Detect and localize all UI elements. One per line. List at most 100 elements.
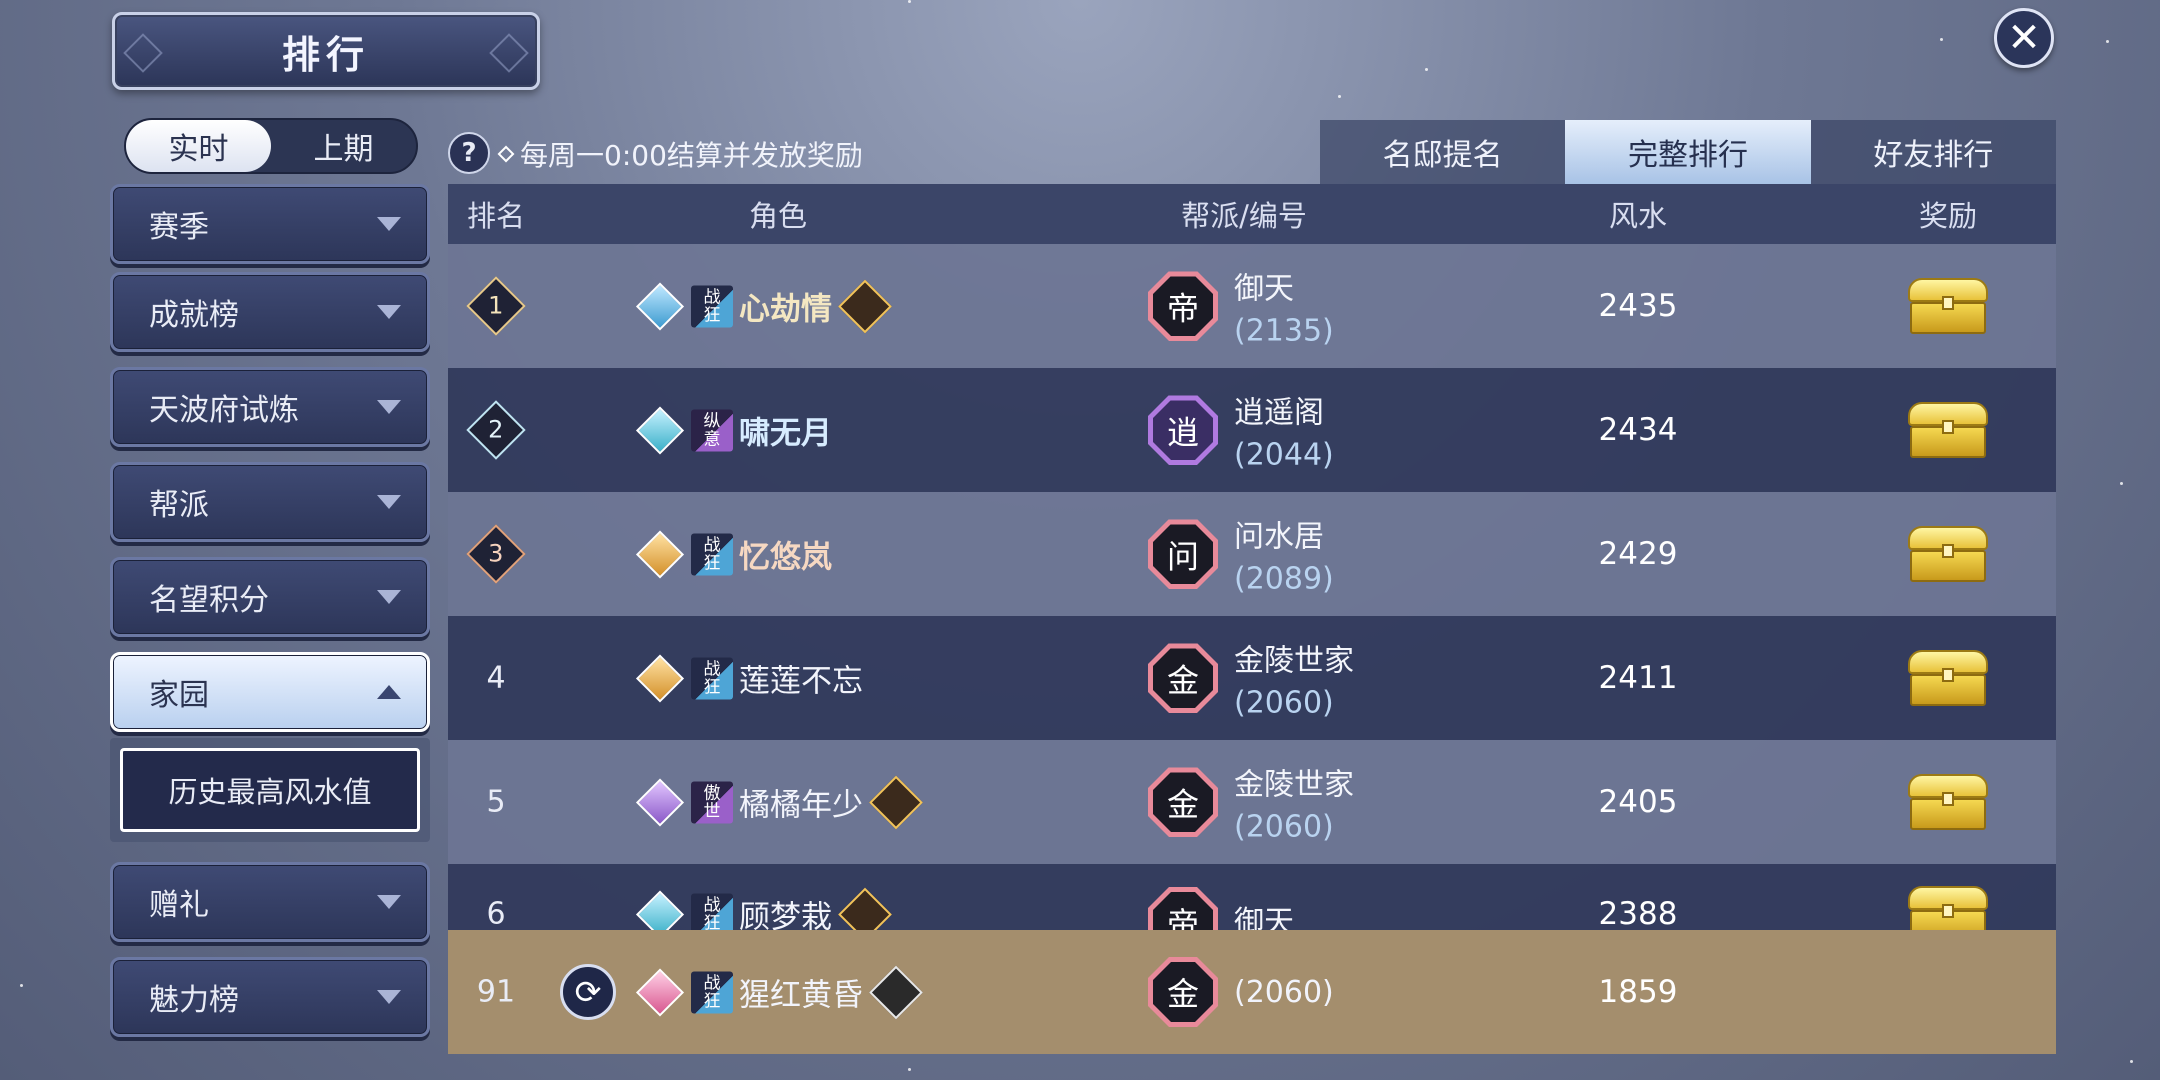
ornament-icon bbox=[123, 33, 163, 73]
role-name[interactable]: 忆悠岚 bbox=[739, 532, 832, 577]
chevron-down-icon bbox=[377, 400, 401, 414]
sect-icon bbox=[635, 281, 685, 331]
sidebar-item-guild[interactable]: 帮派 bbox=[110, 462, 430, 542]
table-row[interactable]: 2 纵意 啸无月 逍 逍遥阁 (2044) 2434 bbox=[448, 368, 2056, 492]
sect-icon bbox=[635, 405, 685, 455]
refresh-icon: ⟳ bbox=[574, 973, 602, 1011]
chevron-down-icon bbox=[377, 217, 401, 231]
homestead-submenu: 历史最高风水值 bbox=[110, 738, 430, 842]
sidebar-item-achievement[interactable]: 成就榜 bbox=[110, 272, 430, 352]
my-rank-number: 91 bbox=[476, 974, 516, 1010]
chevron-down-icon bbox=[377, 990, 401, 1004]
sidebar-item-label: 魅力榜 bbox=[149, 983, 239, 1018]
honor-icon bbox=[869, 965, 923, 1019]
honor-icon bbox=[838, 279, 892, 333]
guild-cell: 帝 御天 (2135) bbox=[1148, 264, 1334, 349]
sect-icon bbox=[635, 777, 685, 827]
guild-cell: 金 金陵世家 (2060) bbox=[1148, 760, 1354, 845]
tab-friend-ranking[interactable]: 好友排行 bbox=[1810, 120, 2056, 184]
table-header: 排名 角色 帮派/编号 风水 奖励 bbox=[448, 184, 2056, 244]
rank-number: 6 bbox=[486, 896, 506, 932]
guild-cell: 问 问水居 (2089) bbox=[1148, 512, 1334, 597]
guild-emblem-icon: 帝 bbox=[1148, 271, 1218, 341]
guild-emblem-icon: 问 bbox=[1148, 519, 1218, 589]
fengshui-value: 2405 bbox=[1598, 784, 1678, 820]
chevron-down-icon bbox=[377, 590, 401, 604]
table-row[interactable]: 4 战狂 莲莲不忘 金 金陵世家 (2060) 2411 bbox=[448, 616, 2056, 740]
guild-emblem-icon: 逍 bbox=[1148, 395, 1218, 465]
treasure-chest-icon[interactable] bbox=[1908, 526, 1988, 582]
toggle-last-period[interactable]: 上期 bbox=[271, 120, 416, 172]
rank-badge-bronze-icon: 3 bbox=[466, 524, 526, 584]
rank-number: 4 bbox=[486, 660, 506, 696]
guild-emblem-icon: 金 bbox=[1148, 643, 1218, 713]
role-name[interactable]: 莲莲不忘 bbox=[739, 656, 863, 701]
title-tag-icon: 战狂 bbox=[691, 285, 733, 327]
role-name[interactable]: 啸无月 bbox=[739, 408, 832, 453]
title-tag-icon: 战狂 bbox=[691, 533, 733, 575]
guild-name: 问水居 bbox=[1234, 519, 1324, 555]
ornament-icon bbox=[489, 33, 529, 73]
period-toggle[interactable]: 实时 上期 bbox=[124, 118, 418, 174]
column-header-fengshui: 风水 bbox=[1608, 199, 1668, 233]
notice-text: 每周一0:00结算并发放奖励 bbox=[520, 139, 863, 172]
page-title: 排行 bbox=[281, 32, 370, 77]
role-cell: 战狂 莲莲不忘 bbox=[635, 653, 863, 703]
sidebar-item-tianbo-trial[interactable]: 天波府试炼 bbox=[110, 367, 430, 447]
table-row[interactable]: 3 战狂 忆悠岚 问 问水居 (2089) 2429 bbox=[448, 492, 2056, 616]
sidebar-item-homestead[interactable]: 家园 bbox=[110, 652, 430, 732]
guild-id: (2044) bbox=[1234, 437, 1334, 473]
tab-full-ranking[interactable]: 完整排行 bbox=[1565, 120, 1811, 184]
guild-id: (2060) bbox=[1234, 974, 1334, 1010]
treasure-chest-icon[interactable] bbox=[1908, 278, 1988, 334]
guild-id: (2060) bbox=[1234, 685, 1334, 721]
close-icon: ✕ bbox=[2007, 15, 2041, 61]
sidebar-item-charm[interactable]: 魅力榜 bbox=[110, 957, 430, 1037]
chevron-down-icon bbox=[377, 895, 401, 909]
sect-icon bbox=[635, 967, 685, 1017]
table-row[interactable]: 5 傲世 橘橘年少 金 金陵世家 (2060) 2405 bbox=[448, 740, 2056, 864]
title-plate: 排行 bbox=[112, 12, 540, 90]
settlement-notice: 每周一0:00结算并发放奖励 bbox=[497, 134, 863, 174]
ranking-table: 排名 角色 帮派/编号 风水 奖励 1 战狂 心劫情 帝 御天 (2135) 24… bbox=[448, 184, 2056, 1054]
sidebar-item-season[interactable]: 赛季 bbox=[110, 184, 430, 264]
sect-icon bbox=[635, 529, 685, 579]
role-cell: 战狂 忆悠岚 bbox=[635, 529, 832, 579]
rank-number: 1 bbox=[488, 292, 504, 320]
treasure-chest-icon[interactable] bbox=[1908, 774, 1988, 830]
refresh-button[interactable]: ⟳ bbox=[560, 964, 616, 1020]
sidebar-item-label: 赠礼 bbox=[149, 888, 209, 923]
toggle-realtime[interactable]: 实时 bbox=[126, 120, 271, 172]
treasure-chest-icon[interactable] bbox=[1908, 650, 1988, 706]
help-button[interactable]: ? bbox=[448, 132, 490, 174]
rank-badge-silver-icon: 2 bbox=[466, 400, 526, 460]
fengshui-value: 2411 bbox=[1598, 660, 1678, 696]
sidebar-item-gift[interactable]: 赠礼 bbox=[110, 862, 430, 942]
guild-name: 逍遥阁 bbox=[1234, 395, 1324, 431]
role-name[interactable]: 心劫情 bbox=[739, 284, 832, 329]
treasure-chest-icon[interactable] bbox=[1908, 402, 1988, 458]
fengshui-value: 2434 bbox=[1598, 412, 1678, 448]
rank-number: 2 bbox=[488, 416, 504, 444]
sidebar-item-label: 帮派 bbox=[149, 488, 209, 523]
close-button[interactable]: ✕ bbox=[1994, 8, 2054, 68]
title-tag-icon: 战狂 bbox=[691, 657, 733, 699]
tab-mansion-nomination[interactable]: 名邸提名 bbox=[1320, 120, 1566, 184]
fengshui-value: 2435 bbox=[1598, 288, 1678, 324]
guild-name: 金陵世家 bbox=[1234, 643, 1354, 679]
guild-cell: 逍 逍遥阁 (2044) bbox=[1148, 388, 1334, 473]
guild-id: (2135) bbox=[1234, 313, 1334, 349]
table-body[interactable]: 1 战狂 心劫情 帝 御天 (2135) 2435 2 纵意 啸无月 逍 逍遥阁… bbox=[448, 244, 2056, 988]
fengshui-value: 1859 bbox=[1598, 974, 1678, 1010]
title-tag-icon: 战狂 bbox=[691, 893, 733, 935]
role-name[interactable]: 橘橘年少 bbox=[739, 780, 863, 825]
table-row[interactable]: 1 战狂 心劫情 帝 御天 (2135) 2435 bbox=[448, 244, 2056, 368]
guild-id: (2089) bbox=[1234, 561, 1334, 597]
submenu-item-highest-fengshui[interactable]: 历史最高风水值 bbox=[120, 748, 420, 832]
sect-icon bbox=[635, 653, 685, 703]
sidebar-item-label: 赛季 bbox=[149, 210, 209, 245]
guild-name: 金陵世家 bbox=[1234, 767, 1354, 803]
my-ranking-row: 91 ⟳ 战狂 猩红黄昏 金 (2060) 1859 bbox=[448, 930, 2056, 1054]
role-cell: 傲世 橘橘年少 bbox=[635, 775, 923, 829]
sidebar-item-reputation[interactable]: 名望积分 bbox=[110, 557, 430, 637]
